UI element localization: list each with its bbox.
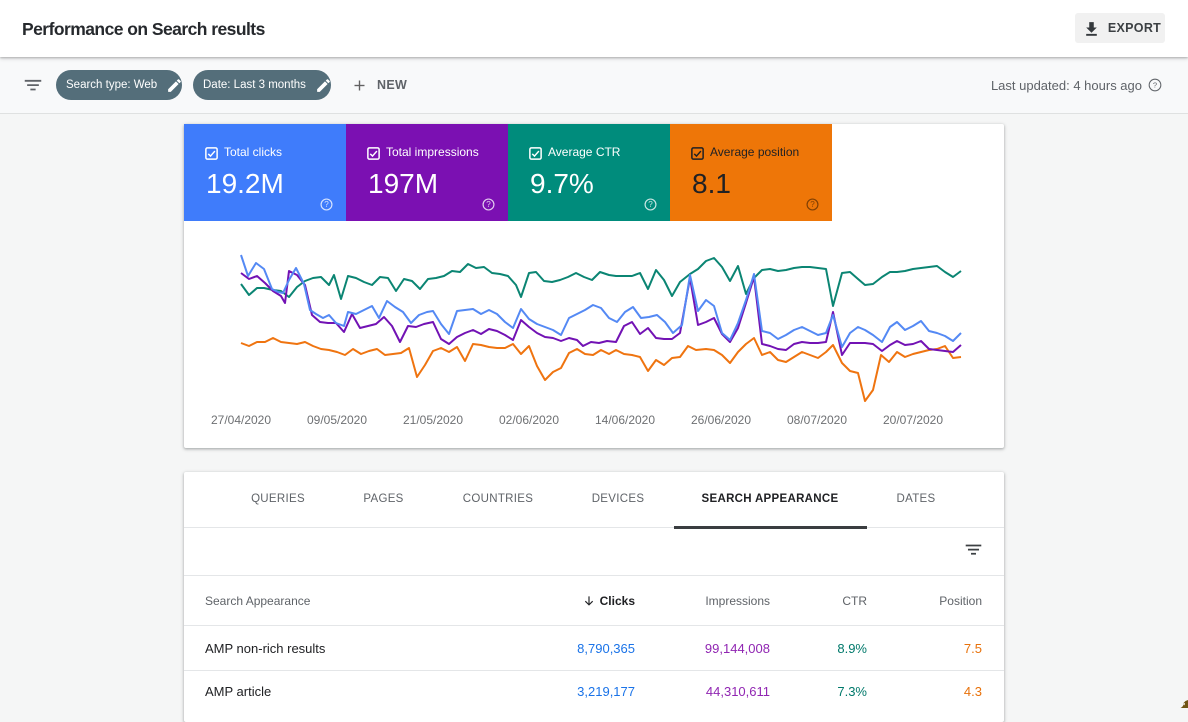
svg-text:?: ? <box>648 200 653 209</box>
svg-text:?: ? <box>486 200 491 209</box>
svg-text:?: ? <box>1153 81 1157 90</box>
svg-text:?: ? <box>810 200 815 209</box>
svg-text:?: ? <box>324 200 329 209</box>
